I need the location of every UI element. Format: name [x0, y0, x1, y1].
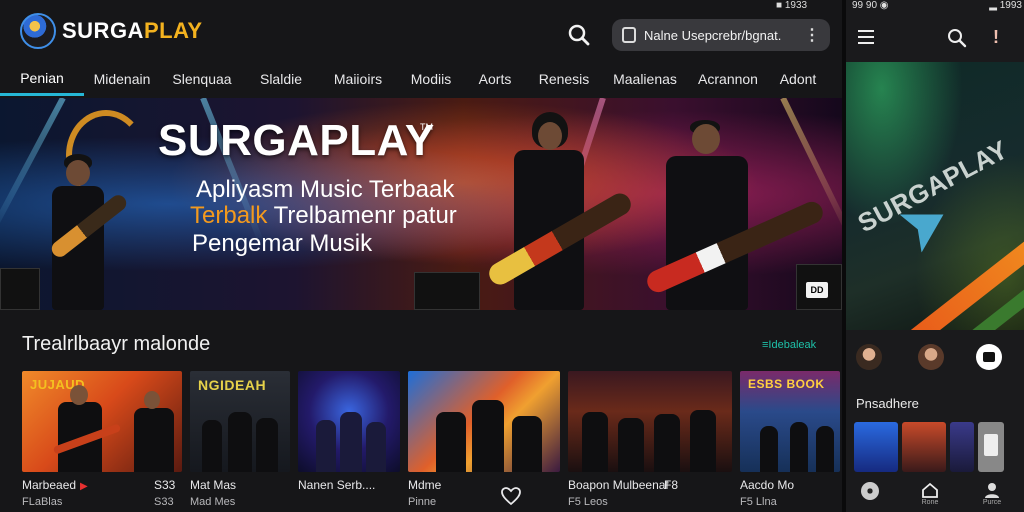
- nav-tab-9[interactable]: Acrannon: [688, 62, 768, 96]
- mobile-thumb-0[interactable]: [854, 422, 898, 472]
- card-title-4: Boapon Mulbeenaf: [568, 478, 669, 492]
- profile-icon: [985, 483, 999, 498]
- card-sub-1: Mad Mes: [190, 496, 236, 508]
- main-app: SURGAPLAY ■ 1933 Nalne Usepcrebr/bgnat. …: [0, 0, 842, 512]
- login-label: Nalne Usepcrebr/bgnat.: [644, 27, 782, 43]
- card-time-4: F8: [664, 478, 679, 492]
- nav-tab-10[interactable]: Adont: [768, 62, 828, 96]
- status-text: ■ 1933: [776, 0, 808, 11]
- card-title-0: Marbeaed ▶: [22, 478, 88, 492]
- tab-disc[interactable]: [858, 482, 882, 506]
- tab-home-label: Rone: [921, 499, 939, 506]
- login-button[interactable]: Nalne Usepcrebr/bgnat. ⋮: [612, 19, 830, 51]
- album-card-4[interactable]: [568, 371, 732, 472]
- artist-avatar[interactable]: [918, 344, 944, 370]
- nav-tab-6[interactable]: Aorts: [464, 62, 526, 96]
- nav-tab-3[interactable]: Slaldie: [244, 62, 318, 96]
- section-see-all-link[interactable]: ≡Idebaleak: [762, 339, 816, 351]
- nav-tab-2[interactable]: Slenquaa: [160, 62, 244, 96]
- status-bar: ■ 1933: [776, 0, 808, 11]
- hero-line2: Terbalk Trelbamenr patur: [190, 202, 457, 230]
- hamburger-menu-icon[interactable]: [858, 30, 874, 44]
- hero-banner[interactable]: SURGAPLAY TM Apliyasm Music Terbaak Terb…: [0, 98, 842, 310]
- hero-title: SURGAPLAY: [158, 116, 435, 165]
- hero-line3: Pengemar Musik: [192, 230, 373, 257]
- mobile-preview: 99 90 ◉ ▂ 1993 ! SURGAPLAY Pnsadhere Ron…: [846, 0, 1024, 512]
- card-time2-0: S33: [154, 496, 174, 508]
- album-card-5[interactable]: ESBS BOOK: [740, 371, 840, 472]
- search-icon: [568, 24, 590, 46]
- play-badge-icon[interactable]: [976, 344, 1002, 370]
- mobile-thumb-3[interactable]: [978, 422, 1004, 472]
- card-title-text: Marbeaed: [22, 478, 77, 492]
- app-name-part2: PLAY: [143, 18, 203, 43]
- card-time-0: S33: [154, 478, 176, 492]
- album-card-3[interactable]: [408, 371, 560, 472]
- mobile-thumb-1[interactable]: [902, 422, 946, 472]
- hero-corner-icon[interactable]: DD: [806, 282, 828, 298]
- card-sub-5: F5 Llna: [740, 496, 777, 508]
- section-title: Trealrlbaayr malonde: [22, 333, 211, 355]
- tab-profile-label: Purce: [982, 499, 1002, 506]
- card-title-5: Aacdo Mo: [740, 478, 795, 492]
- card-sub-0: FLaBlas: [22, 496, 63, 508]
- card-badge: ESBS BOOK: [748, 377, 825, 391]
- mobile-status-right: ▂ 1993: [989, 0, 1022, 11]
- login-lock-icon: [622, 27, 636, 43]
- nav-tab-7[interactable]: Renesis: [526, 62, 602, 96]
- album-card-1[interactable]: NGIDEAH: [190, 371, 290, 472]
- album-card-0[interactable]: JUJAUD: [22, 371, 182, 472]
- search-button[interactable]: [566, 22, 592, 48]
- favorite-icon[interactable]: [500, 486, 522, 506]
- play-icon[interactable]: ▶: [80, 481, 88, 492]
- guitarist-middle: [500, 112, 596, 310]
- tab-home[interactable]: Rone: [918, 482, 942, 506]
- category-nav: Penian Midenain Slenquaa Slaldie Maiioir…: [0, 62, 842, 98]
- card-title-2: Nanen Serb....: [298, 478, 376, 492]
- mobile-search-icon[interactable]: [946, 27, 968, 49]
- mobile-status-left: 99 90 ◉: [852, 0, 889, 11]
- disc-icon: [861, 482, 879, 500]
- logo-mark-icon: [20, 13, 56, 49]
- nav-tab-4[interactable]: Maiioirs: [318, 62, 398, 96]
- hero-tm: TM: [420, 122, 433, 132]
- amplifier: [414, 272, 480, 310]
- thumb-overlay: [984, 434, 998, 456]
- app-name: SURGAPLAY: [62, 18, 203, 44]
- card-title-1: Mat Mas: [190, 478, 237, 492]
- hero-line2-rest: Trelbamenr patur: [267, 202, 457, 229]
- more-vertical-icon[interactable]: ⋮: [804, 25, 820, 45]
- mobile-thumb-2[interactable]: [950, 422, 974, 472]
- hero-line2-highlight: Terbalk: [190, 202, 268, 229]
- nav-tab-1[interactable]: Midenain: [84, 62, 160, 96]
- card-title-3: Mdme: [408, 478, 442, 492]
- album-card-2[interactable]: [298, 371, 400, 472]
- artist-avatar[interactable]: [856, 344, 882, 370]
- header: SURGAPLAY ■ 1933 Nalne Usepcrebr/bgnat. …: [0, 0, 842, 62]
- tab-profile[interactable]: Purce: [980, 482, 1004, 506]
- nav-tab-8[interactable]: Maalienas: [602, 62, 688, 96]
- logo[interactable]: SURGAPLAY: [20, 13, 203, 49]
- app-name-part1: SURGA: [62, 18, 144, 43]
- mobile-more-icon[interactable]: !: [990, 27, 1002, 49]
- mobile-section-label: Pnsadhere: [856, 396, 919, 411]
- card-sub-3: Pinne: [408, 496, 437, 508]
- screen: SURGAPLAY ■ 1933 Nalne Usepcrebr/bgnat. …: [0, 0, 1024, 512]
- mobile-banner[interactable]: SURGAPLAY: [846, 62, 1024, 330]
- card-sub-4: F5 Leos: [568, 496, 608, 508]
- mobile-status-bar: 99 90 ◉ ▂ 1993: [852, 0, 1022, 12]
- card-badge: NGIDEAH: [198, 377, 267, 393]
- nav-tab-0[interactable]: Penian: [0, 62, 84, 96]
- hero-line1: Apliyasm Music Terbaak: [196, 176, 455, 203]
- home-icon: [922, 482, 938, 498]
- nav-tab-5[interactable]: Modiis: [398, 62, 464, 96]
- amplifier: [0, 268, 40, 310]
- play-badge-glyph: [983, 352, 995, 362]
